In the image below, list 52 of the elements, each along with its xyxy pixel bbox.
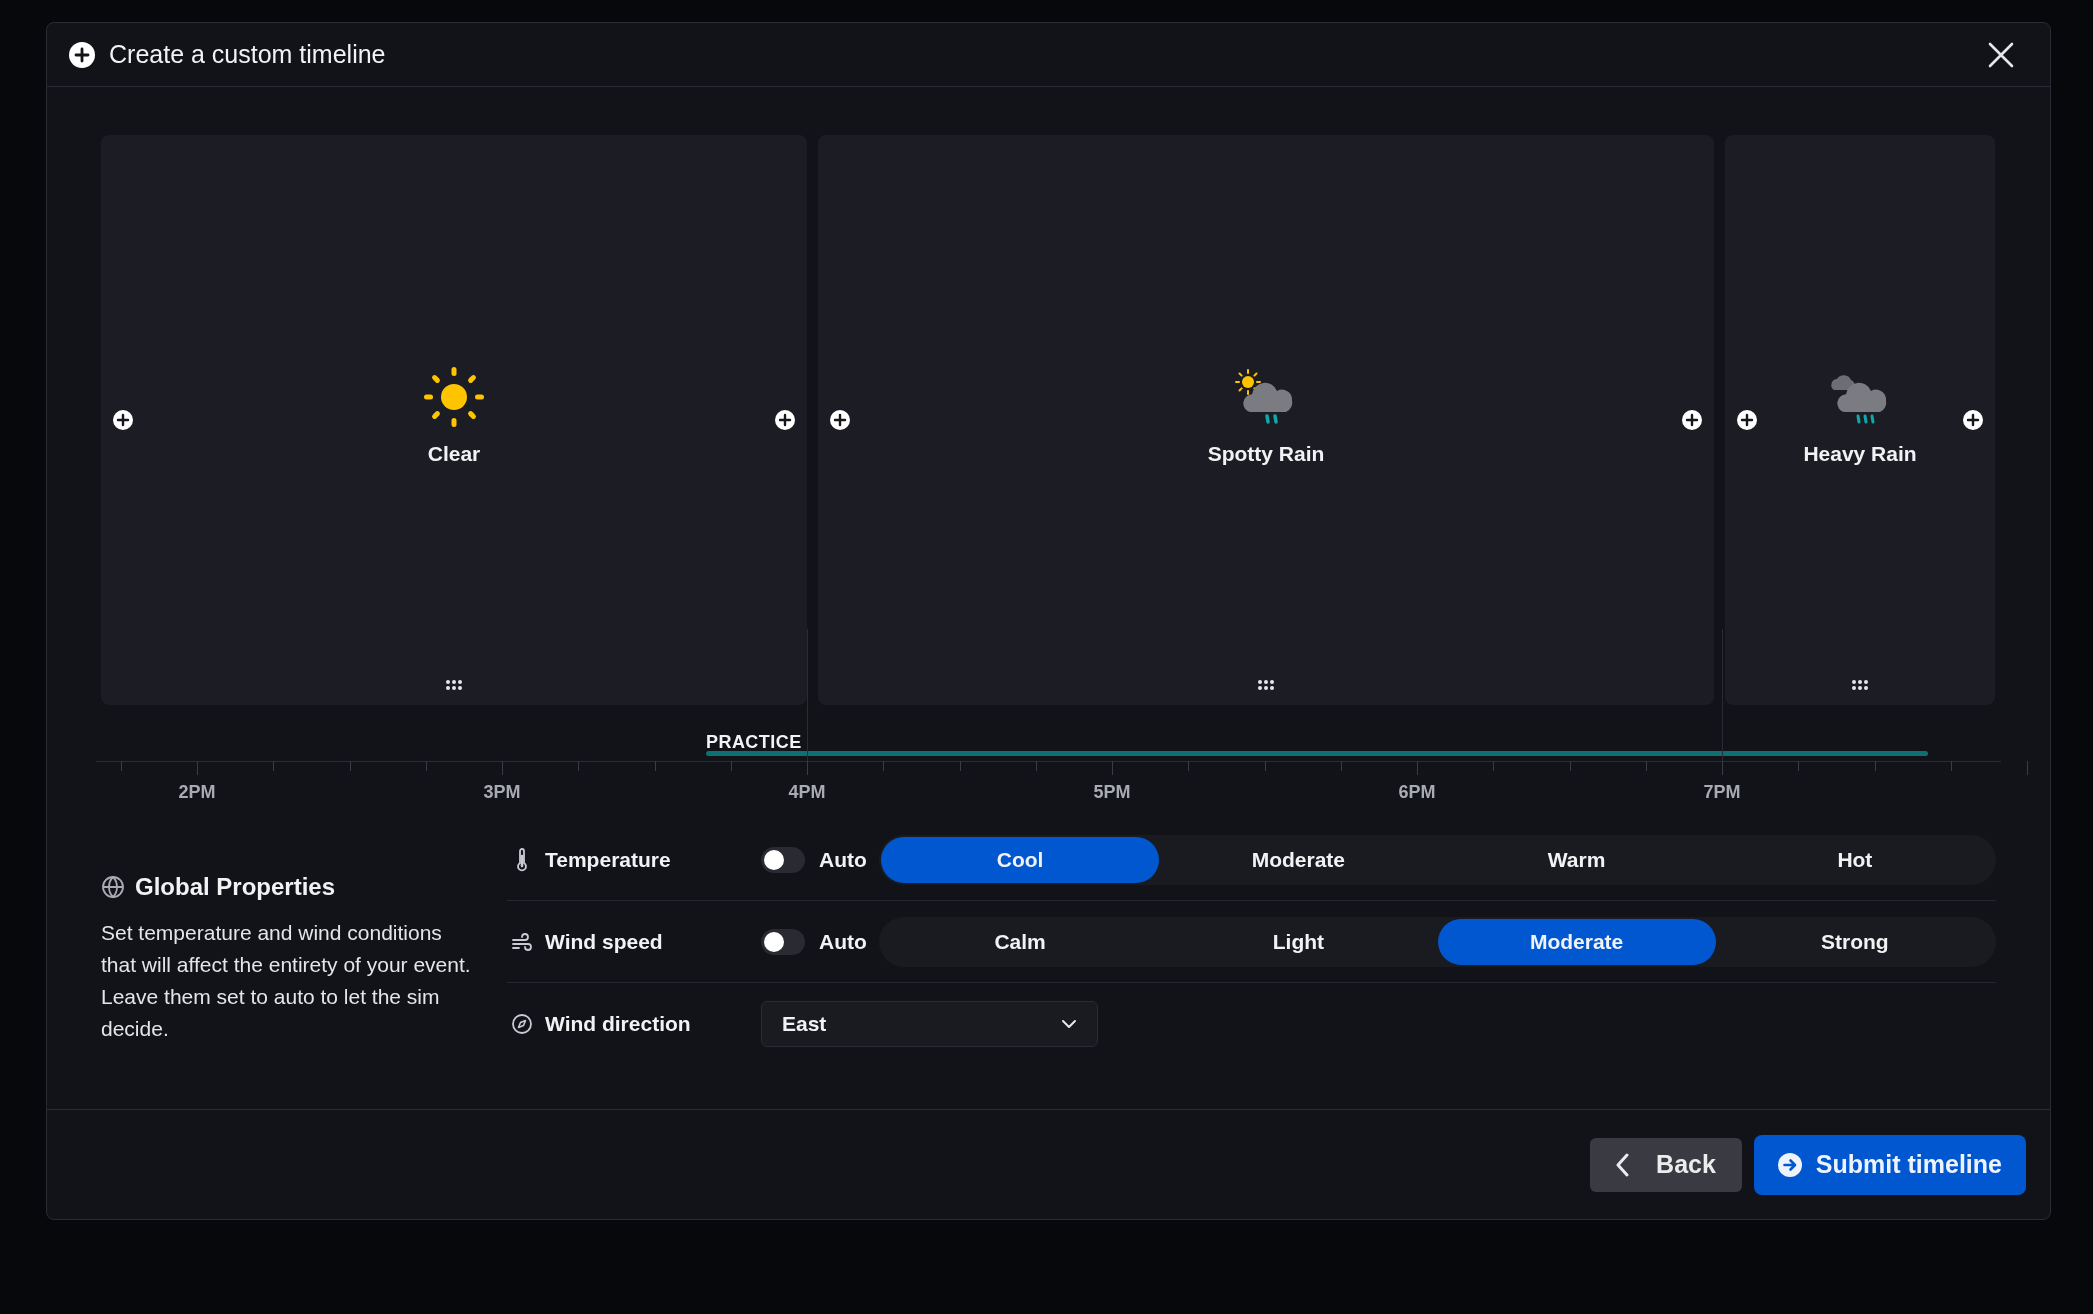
hour-label: 4PM xyxy=(788,781,826,804)
drag-handle-icon[interactable] xyxy=(1851,679,1869,691)
plus-icon[interactable] xyxy=(830,410,850,430)
wind-icon xyxy=(511,930,533,953)
section-title: Global Properties xyxy=(135,872,336,902)
session-label: PRACTICE xyxy=(706,731,802,754)
drag-handle-icon[interactable] xyxy=(445,679,463,691)
option-tab[interactable]: Calm xyxy=(881,918,1160,965)
hour-label: 7PM xyxy=(1703,781,1741,804)
window-title: Create a custom timeline xyxy=(109,38,386,70)
drag-handle-icon[interactable] xyxy=(1257,679,1275,691)
chevron-left-icon xyxy=(1616,1152,1631,1177)
segment-label: Spotty Rain xyxy=(1207,441,1325,467)
property-label: Temperature xyxy=(545,846,671,873)
plus-icon[interactable] xyxy=(775,410,795,430)
option-tab[interactable]: Moderate xyxy=(1437,918,1716,965)
weather-segment[interactable]: Clear xyxy=(101,135,807,705)
property-label: Wind direction xyxy=(545,1011,691,1038)
sun-icon xyxy=(423,366,485,428)
property-label: Wind speed xyxy=(545,928,663,955)
weather-segment[interactable]: Heavy Rain xyxy=(1725,135,1995,705)
chevron-down-icon xyxy=(1061,1019,1077,1029)
option-tab[interactable]: Moderate xyxy=(1159,836,1438,883)
auto-toggle[interactable] xyxy=(761,928,805,955)
segment-label: Clear xyxy=(427,441,481,467)
option-tab[interactable]: Cool xyxy=(881,836,1160,883)
hour-label: 5PM xyxy=(1093,781,1131,804)
plus-icon[interactable] xyxy=(1682,410,1702,430)
close-icon[interactable] xyxy=(1988,41,2014,68)
plus-icon[interactable] xyxy=(1737,410,1757,430)
auto-label: Auto xyxy=(819,846,867,873)
arrow-right-circle-icon xyxy=(1777,1152,1802,1177)
compass-icon xyxy=(511,1013,533,1035)
hour-label: 3PM xyxy=(483,781,521,804)
hour-label: 6PM xyxy=(1398,781,1436,804)
submit-button[interactable]: Submit timeline xyxy=(1753,1134,2026,1195)
option-tab[interactable]: Strong xyxy=(1715,918,1994,965)
auto-label: Auto xyxy=(819,928,867,955)
hour-label: 2PM xyxy=(178,781,216,804)
globe-icon xyxy=(101,875,125,899)
option-tab[interactable]: Light xyxy=(1159,918,1438,965)
select-field[interactable]: East xyxy=(761,1001,1098,1047)
back-button[interactable]: Back xyxy=(1590,1137,1742,1192)
section-description: Set temperature and wind conditions that will affect the entirety of your event. Leave them set to auto to let the sim decide. xyxy=(101,920,471,1042)
auto-toggle[interactable] xyxy=(761,846,805,873)
option-tab[interactable]: Hot xyxy=(1715,836,1994,883)
segment-label: Heavy Rain xyxy=(1803,441,1917,467)
weather-segment[interactable]: Spotty Rain xyxy=(818,135,1714,705)
plus-icon[interactable] xyxy=(1963,410,1983,430)
plus-icon[interactable] xyxy=(113,410,133,430)
plus-circle-icon xyxy=(69,41,95,68)
option-tab[interactable]: Warm xyxy=(1437,836,1716,883)
